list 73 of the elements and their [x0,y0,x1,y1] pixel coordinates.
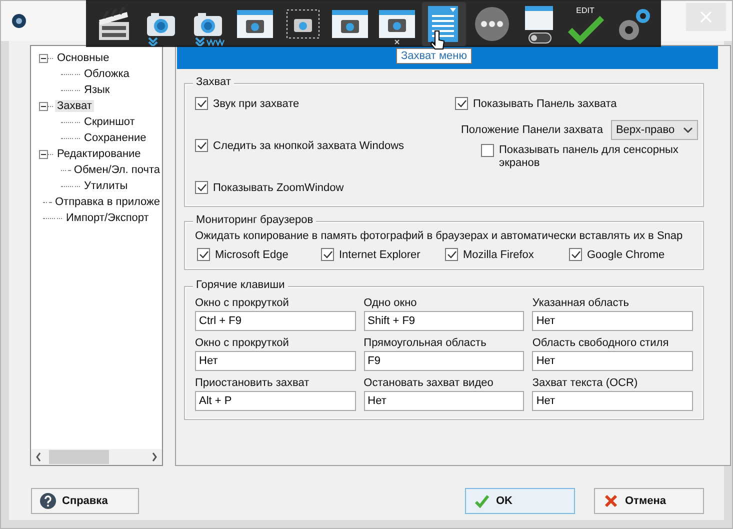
checkbox[interactable] [481,144,494,157]
field-label: Остановать захват видео [364,377,494,389]
collapse-icon[interactable] [39,102,48,110]
checkbox[interactable] [455,97,468,110]
tree-item[interactable]: Отправка в приложе [53,196,162,208]
field-label: Захват текста (OCR) [532,377,639,389]
checkbox[interactable] [321,248,334,261]
checkbox[interactable] [445,248,458,261]
checkbox-label: Показывать Панель захвата [473,98,617,110]
tree-item[interactable]: Сохранение [82,132,148,144]
hotkey-field[interactable]: Нет [364,391,524,411]
app-icon [11,13,27,29]
collapse-icon[interactable] [39,54,48,62]
tree-item[interactable]: Основные [55,52,112,64]
horizontal-scrollbar[interactable] [31,449,162,465]
checkbox[interactable] [195,139,208,152]
hotkey-field[interactable]: Ctrl + F9 [195,311,356,331]
tree-item[interactable]: Редактирование [55,148,143,160]
tooltip: Захват меню [396,48,472,64]
checkbox-label: Показывать панель для сенсорных экранов [499,144,680,170]
checkbox[interactable] [195,97,208,110]
tree-item[interactable]: Обмен/Эл. почта [72,164,162,176]
checkbox-label: Microsoft Edge [215,248,288,260]
field-label: Окно с прокруткой [195,337,290,349]
field-label: Приостановить захват [195,377,310,389]
tree-item[interactable]: Обложка [82,68,132,80]
checkbox-label: Следить за кнопкой захвата Windows [213,140,404,152]
hotkey-field[interactable]: Нет [532,311,693,331]
checkbox-label: Звук при захвате [213,98,300,110]
hotkey-field[interactable]: Нет [532,391,693,411]
collapse-icon[interactable] [39,150,48,158]
hotkey-field[interactable]: Нет [532,351,693,371]
hotkey-field[interactable]: Shift + F9 [364,311,524,331]
position-dropdown[interactable]: Верх-право [610,120,698,140]
tree-item[interactable]: Язык [82,84,112,96]
dialog-button[interactable]: Отмена [594,488,704,514]
checkbox-label: Mozilla Firefox [463,248,534,260]
tree-item[interactable]: Утилиты [82,180,130,192]
field-label: Окно с прокруткой [195,297,290,309]
cursor-icon [430,30,446,52]
field-label: Область свободного стиля [532,337,670,349]
help-icon [40,492,56,508]
scroll-left-icon[interactable] [34,451,43,463]
checkmark-icon [474,492,490,508]
tree-item[interactable]: Импорт/Экспорт [64,212,151,224]
close-icon [603,492,619,508]
dialog-button[interactable]: OK [465,488,575,514]
checkbox[interactable] [569,248,582,261]
chevron-down-icon [682,126,693,134]
tree-item[interactable]: Захват [55,100,94,112]
checkbox-label: Internet Explorer [339,248,420,260]
checkbox-label: Показывать ZoomWindow [213,182,344,194]
checkbox[interactable] [195,181,208,194]
field-label: Прямоугольная область [364,337,488,349]
description-text: Ожидать копирование в память фотографий в браузерах и автоматически вставлять их в Snap [195,230,684,242]
checkbox[interactable] [197,248,210,261]
checkbox-label: Google Chrome [587,248,665,260]
field-label: Одно окно [364,297,418,309]
toolbar-button[interactable]: EDIT [564,2,608,46]
hotkey-field[interactable]: Alt + P [195,391,356,411]
field-label: Указанная область [532,297,630,309]
tree-item[interactable]: Скриншот [82,116,137,128]
field-label: Положение Панели захвата [461,124,603,136]
hotkey-field[interactable]: Нет [195,351,356,371]
toolbar-button[interactable] [422,2,466,46]
close-icon [700,11,712,23]
group-title: Захват [193,76,234,88]
edit-label: EDIT [576,6,594,14]
hotkey-field[interactable]: F9 [364,351,524,371]
group-title: Мониторинг браузеров [193,214,316,226]
dialog-button[interactable]: Справка [31,488,139,514]
scroll-right-icon[interactable] [150,451,159,463]
group-title: Горячие клавиши [193,279,288,291]
